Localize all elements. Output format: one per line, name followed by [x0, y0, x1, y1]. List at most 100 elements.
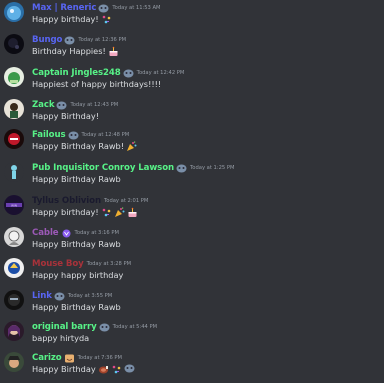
timestamp: Today at 12:36 PM: [78, 37, 127, 43]
message-header: Cable Today at 3:16 PM: [32, 226, 119, 239]
purple-badge-icon: [61, 229, 72, 238]
author-name[interactable]: Max | Reneric: [32, 3, 96, 13]
svg-text:WIN: WIN: [11, 204, 17, 208]
message-body: Birthday Happies!: [32, 46, 119, 57]
purple-banner-avatar[interactable]: WIN: [4, 195, 24, 215]
message-body: Happy Birthday!: [32, 111, 99, 122]
timestamp: Today at 11:53 AM: [112, 5, 161, 11]
message-text: Happy Birthday Rawb!: [32, 141, 125, 151]
chat-message: Zack Today at 12:43 PM Happy Birthday!: [0, 98, 384, 130]
red-mask-avatar[interactable]: [4, 129, 24, 149]
message-header: Link Today at 3:55 PM: [32, 289, 112, 302]
author-name[interactable]: Mouse Boy: [32, 259, 84, 269]
message-header: Bungo Today at 12:36 PM: [32, 33, 126, 46]
timestamp: Today at 3:28 PM: [86, 261, 132, 267]
author-name[interactable]: Link: [32, 291, 52, 301]
message-header: Zack Today at 12:43 PM: [32, 98, 118, 111]
timestamp: Today at 3:16 PM: [74, 230, 119, 236]
cake-emoji: [127, 207, 138, 218]
message-text: Happy Birthday Rawb: [32, 239, 121, 249]
message-text: Happy Birthday Rawb: [32, 174, 121, 184]
mood-badge-icon: [54, 292, 65, 301]
message-body: Happy Birthday Rawb: [32, 302, 121, 313]
timestamp: Today at 2:01 PM: [103, 198, 149, 204]
timestamp: Today at 1:25 PM: [190, 165, 235, 171]
message-body: Happy Birthday Rawb: [32, 174, 121, 185]
mood-badge-icon: [68, 131, 79, 140]
author-name[interactable]: Bungo: [32, 35, 62, 45]
message-header: Carizo Today at 7:36 PM: [32, 351, 122, 364]
confetti-emoji: [111, 364, 122, 375]
chat-message: Failous Today at 12:48 PM Happy Birthday R…: [0, 128, 384, 160]
pirate-avatar[interactable]: [4, 352, 24, 372]
mood-badge-icon: [176, 164, 187, 173]
mood-badge-icon: [123, 69, 134, 78]
mood-badge-icon: [56, 101, 67, 110]
mood-badge-icon: [124, 364, 135, 375]
chat-message: Mouse Boy Today at 3:28 PM Happy happy bir…: [0, 257, 384, 289]
smile-badge-icon: [64, 354, 75, 363]
green-avatar[interactable]: [4, 67, 24, 87]
mood-badge-icon: [98, 4, 109, 13]
message-header: Mouse Boy Today at 3:28 PM: [32, 257, 131, 270]
mood-badge-icon: [99, 323, 110, 332]
chat-message: Cable Today at 3:16 PM Happy Birthday Rawb: [0, 226, 384, 258]
chat-message: Link Today at 3:55 PM Happy Birthday Rawb: [0, 289, 384, 321]
mood-badge-icon: [64, 36, 75, 45]
author-name[interactable]: Tyllus Oblivion: [32, 196, 101, 206]
timestamp: Today at 12:42 PM: [136, 70, 185, 76]
author-name[interactable]: original barry: [32, 322, 97, 332]
water-avatar[interactable]: [4, 2, 24, 22]
chat-message: Captain Jingles248 Today at 12:42 PM Happi…: [0, 66, 384, 98]
message-header: original barry Today at 5:44 PM: [32, 320, 157, 333]
message-body: Happy Birthday Rawb!: [32, 141, 137, 152]
message-text: Happy happy birthday: [32, 270, 124, 280]
confetti-emoji: [101, 207, 112, 218]
chat-message-list: Max | Reneric Today at 11:53 AM Happy birt…: [0, 0, 384, 382]
dark-avatar[interactable]: [4, 34, 24, 54]
character-avatar[interactable]: [4, 99, 24, 119]
message-header: Tyllus Oblivion Today at 2:01 PM: [32, 194, 148, 207]
cake-emoji: [108, 46, 119, 57]
timestamp: Today at 5:44 PM: [112, 324, 158, 330]
message-body: Happy Birthday: [32, 364, 135, 375]
sketch-avatar[interactable]: [4, 227, 24, 247]
message-header: Pub Inquisitor Conroy Lawson Today at 1:2…: [32, 161, 234, 174]
blue-hero-avatar[interactable]: [4, 258, 24, 278]
message-body: Happy birthday!: [32, 14, 112, 25]
chat-message: WIN Tyllus Oblivion Today at 2:01 PM Happy …: [0, 194, 384, 226]
chat-message: original barry Today at 5:44 PM bappy hirt…: [0, 320, 384, 352]
message-header: Captain Jingles248 Today at 12:42 PM: [32, 66, 184, 79]
message-text: Happy birthday!: [32, 207, 99, 217]
message-body: Happiest of happy birthdays!!!!: [32, 79, 161, 90]
chat-message: Carizo Today at 7:36 PM Happy Birthday: [0, 351, 384, 383]
message-body: bappy hirtyda: [32, 333, 89, 344]
author-name[interactable]: Cable: [32, 228, 59, 238]
meat-emoji: [98, 364, 109, 375]
chat-message: Pub Inquisitor Conroy Lawson Today at 1:2…: [0, 161, 384, 193]
author-name[interactable]: Zack: [32, 100, 55, 110]
confetti-emoji: [101, 14, 112, 25]
timestamp: Today at 12:48 PM: [81, 132, 130, 138]
party-popper-emoji: [114, 207, 125, 218]
timestamp: Today at 7:36 PM: [77, 355, 123, 361]
message-text: Happy birthday!: [32, 14, 99, 24]
message-body: Happy Birthday Rawb: [32, 239, 121, 250]
blue-figure-avatar[interactable]: [4, 162, 24, 182]
author-name[interactable]: Failous: [32, 130, 66, 140]
timestamp: Today at 3:55 PM: [67, 293, 113, 299]
mask-avatar[interactable]: [4, 290, 24, 310]
message-text: Happy Birthday Rawb: [32, 302, 121, 312]
message-body: Happy birthday!: [32, 207, 138, 218]
message-header: Max | Reneric Today at 11:53 AM: [32, 1, 161, 14]
message-body: Happy happy birthday: [32, 270, 123, 281]
message-text: Happy Birthday!: [32, 111, 100, 121]
message-text: bappy hirtyda: [32, 333, 90, 343]
author-name[interactable]: Pub Inquisitor Conroy Lawson: [32, 163, 174, 173]
author-name[interactable]: Carizo: [32, 353, 62, 363]
party-popper-emoji: [126, 141, 137, 152]
chat-message: Max | Reneric Today at 11:53 AM Happy birt…: [0, 1, 384, 33]
chat-message: Bungo Today at 12:36 PM Birthday Happies!: [0, 33, 384, 65]
purple-girl-avatar[interactable]: [4, 321, 24, 341]
author-name[interactable]: Captain Jingles248: [32, 68, 121, 78]
